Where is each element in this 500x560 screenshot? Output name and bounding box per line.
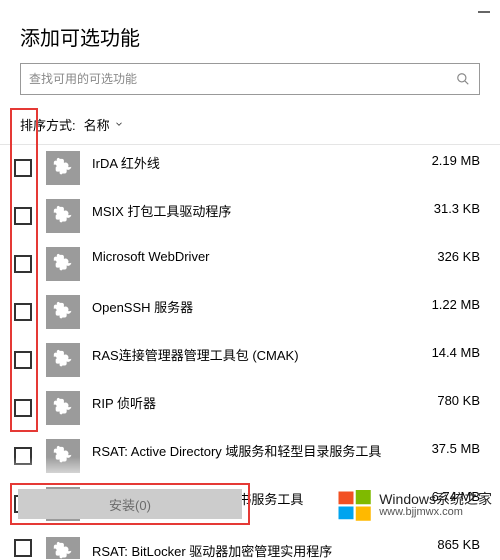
feature-icon — [46, 151, 80, 185]
feature-size: 1.22 MB — [432, 295, 484, 312]
page-title: 添加可选功能 — [0, 16, 500, 63]
sort-label: 排序方式: — [20, 115, 76, 134]
feature-icon — [46, 247, 80, 281]
list-item[interactable]: RSAT: BitLocker 驱动器加密管理实用程序 865 KB — [10, 531, 484, 560]
divider — [0, 144, 500, 145]
checkbox[interactable] — [14, 207, 32, 225]
install-button[interactable]: 安装(0) — [18, 489, 242, 519]
feature-name: MSIX 打包工具驱动程序 — [88, 199, 426, 220]
sort-value-text: 名称 — [84, 115, 110, 134]
watermark-domain: www.bjjmwx.com — [379, 507, 492, 519]
list-item[interactable]: RIP 侦听器 780 KB — [10, 387, 484, 435]
feature-icon — [46, 391, 80, 425]
list-item[interactable]: RAS连接管理器管理工具包 (CMAK) 14.4 MB — [10, 339, 484, 387]
feature-name: IrDA 红外线 — [88, 151, 424, 172]
feature-size: 865 KB — [437, 535, 484, 552]
chevron-down-icon — [114, 117, 124, 132]
feature-icon — [46, 537, 80, 559]
feature-icon — [46, 199, 80, 233]
checkbox[interactable] — [14, 303, 32, 321]
list-item[interactable]: OpenSSH 服务器 1.22 MB — [10, 291, 484, 339]
search-icon[interactable] — [447, 64, 479, 94]
checkbox[interactable] — [14, 159, 32, 177]
feature-icon — [46, 295, 80, 329]
watermark: Windows系统之家 www.bjjmwx.com — [337, 487, 492, 523]
minimize-icon[interactable] — [478, 11, 490, 13]
feature-name: OpenSSH 服务器 — [88, 295, 424, 316]
search-box[interactable] — [20, 63, 480, 95]
feature-icon — [46, 343, 80, 377]
feature-size: 14.4 MB — [432, 343, 484, 360]
feature-size: 326 KB — [437, 247, 484, 264]
feature-size: 31.3 KB — [434, 199, 484, 216]
checkbox[interactable] — [14, 539, 32, 557]
feature-name: Microsoft WebDriver — [88, 247, 429, 264]
checkbox[interactable] — [14, 447, 32, 465]
list-item[interactable]: MSIX 打包工具驱动程序 31.3 KB — [10, 195, 484, 243]
feature-name: RIP 侦听器 — [88, 391, 429, 412]
list-item[interactable]: IrDA 红外线 2.19 MB — [10, 147, 484, 195]
feature-size: 2.19 MB — [432, 151, 484, 168]
sort-dropdown[interactable]: 名称 — [84, 115, 124, 134]
checkbox[interactable] — [14, 399, 32, 417]
feature-name: RAS连接管理器管理工具包 (CMAK) — [88, 343, 424, 364]
feature-name: RSAT: Active Directory 域服务和轻型目录服务工具 — [88, 439, 424, 460]
search-input[interactable] — [21, 72, 447, 86]
list-item[interactable]: Microsoft WebDriver 326 KB — [10, 243, 484, 291]
feature-size: 37.5 MB — [432, 439, 484, 456]
checkbox[interactable] — [14, 255, 32, 273]
feature-size: 780 KB — [437, 391, 484, 408]
list-item[interactable]: RSAT: Active Directory 域服务和轻型目录服务工具 37.5… — [10, 435, 484, 483]
checkbox[interactable] — [14, 351, 32, 369]
windows-logo-icon — [337, 487, 373, 523]
watermark-title: Windows系统之家 — [379, 492, 492, 507]
feature-icon — [46, 439, 80, 473]
